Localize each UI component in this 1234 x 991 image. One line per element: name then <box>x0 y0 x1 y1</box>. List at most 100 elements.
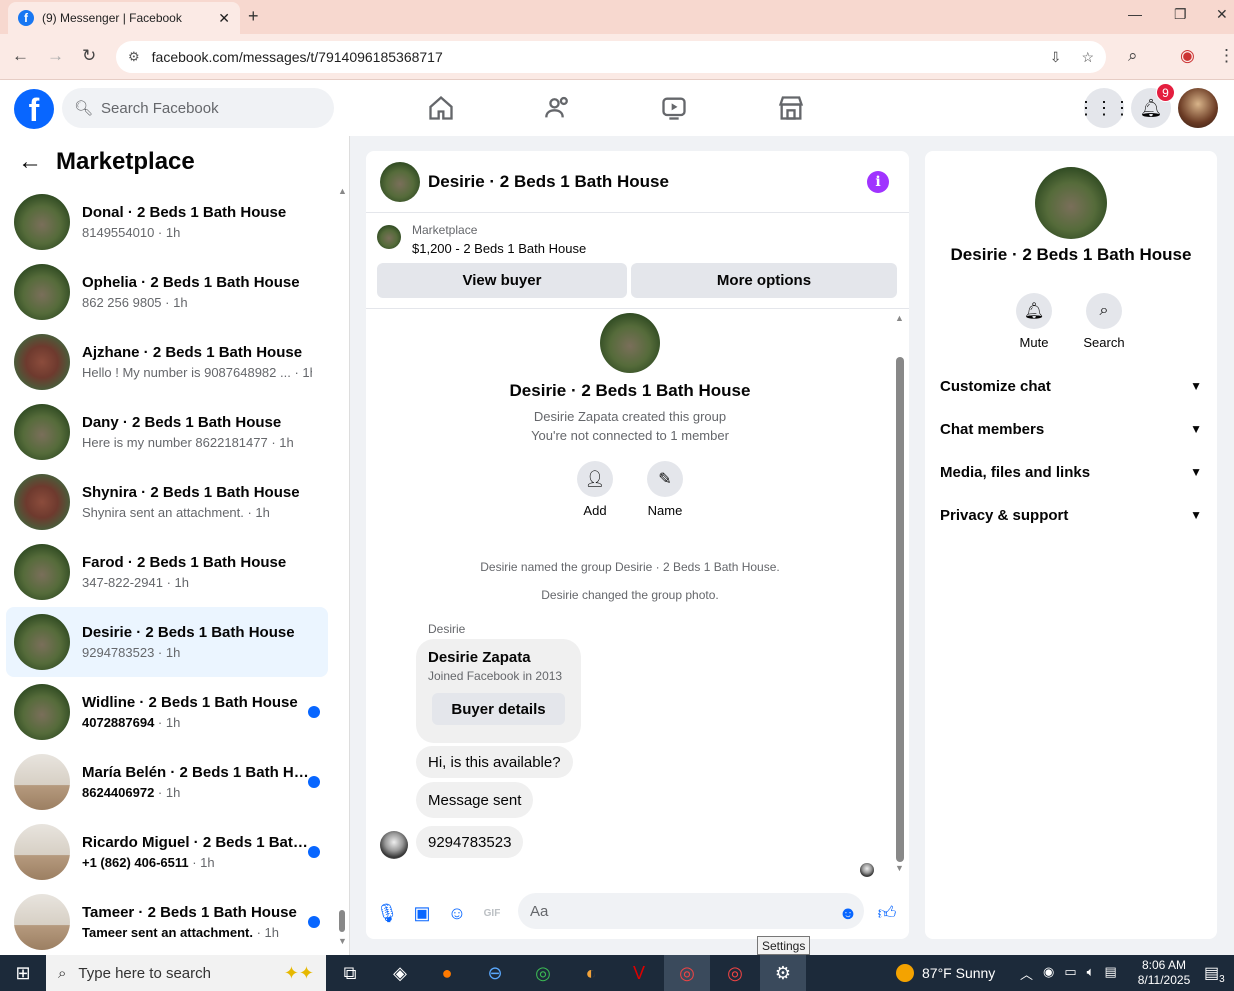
facebook-search-bar[interactable]: 🔍︎ Search Facebook <box>62 88 334 128</box>
site-info-icon[interactable]: ⚙ <box>128 49 140 65</box>
sticker-icon[interactable]: ☺ <box>445 901 469 925</box>
conversation-time: · 1h <box>162 575 189 590</box>
listing-thumbnail[interactable] <box>377 225 401 249</box>
media-files-section[interactable]: Media, files and links ▼ <box>940 457 1202 487</box>
back-icon[interactable]: ← <box>12 46 29 66</box>
profile-avatar[interactable] <box>1178 88 1218 128</box>
avatar <box>14 824 70 880</box>
network-icon[interactable]: ▤ <box>1104 964 1116 983</box>
scroll-up-icon[interactable]: ▲ <box>895 313 904 323</box>
chat-members-section[interactable]: Chat members ▼ <box>940 414 1202 444</box>
scrollbar-thumb[interactable] <box>339 910 345 932</box>
chat-scrollbar[interactable]: ▲ ▼ <box>894 313 906 873</box>
conversation-time: · 1h <box>294 365 312 380</box>
conversation-item[interactable]: Donal · 2 Beds 1 Bath House 8149554010 · … <box>6 187 328 257</box>
new-tab-button[interactable]: + <box>248 6 259 27</box>
chat-title[interactable]: Desirie · 2 Beds 1 Bath House <box>428 172 669 192</box>
browser-menu-icon[interactable]: ⋮ <box>1218 46 1234 66</box>
back-arrow-icon[interactable]: ← <box>18 148 42 176</box>
taskbar-search[interactable]: ⌕ Type here to search ✦✦ <box>46 955 326 991</box>
rename-button[interactable]: ✎ Name <box>635 461 695 518</box>
mute-button[interactable]: 🔔︎ Mute <box>1004 293 1064 350</box>
search-tabs-icon[interactable]: ⌕ <box>1128 46 1138 66</box>
record-icon[interactable]: ◉ <box>1043 964 1054 983</box>
conversation-item[interactable]: Widline · 2 Beds 1 Bath House 4072887694 … <box>6 677 328 747</box>
firefox-icon[interactable]: ● <box>424 955 470 991</box>
view-buyer-button[interactable]: View buyer <box>377 263 627 298</box>
conversation-item[interactable]: Ajzhane · 2 Beds 1 Bath House Hello ! My … <box>6 327 328 397</box>
microphone-icon[interactable]: 🎙︎ <box>375 901 399 925</box>
windows-taskbar: ⊞ ⌕ Type here to search ✦✦ ⧉ ◈ ● ⊖ ◎ ◐ V… <box>0 955 1234 991</box>
chrome-active-icon[interactable]: ◎ <box>664 955 710 991</box>
meet-now-icon[interactable]: ▭ <box>1064 964 1076 983</box>
profile-icon[interactable]: ◉ <box>1180 46 1195 66</box>
conversation-item-selected[interactable]: Desirie · 2 Beds 1 Bath House 9294783523 … <box>6 607 328 677</box>
home-icon[interactable] <box>427 94 455 122</box>
message-bubble[interactable]: 9294783523 <box>416 826 524 858</box>
buyer-details-button[interactable]: Buyer details <box>432 693 565 725</box>
info-icon[interactable]: i <box>867 171 889 193</box>
gif-icon[interactable]: GIF <box>480 901 504 925</box>
watch-icon[interactable] <box>660 94 688 122</box>
chrome-profile-icon[interactable]: ◎ <box>712 955 758 991</box>
forward-icon[interactable]: → <box>47 46 64 66</box>
reload-icon[interactable]: ↻ <box>82 46 96 66</box>
address-bar[interactable]: ⚙ facebook.com/messages/t/79140961853687… <box>116 41 1106 73</box>
like-thumb-icon[interactable]: 👍︎ <box>875 901 899 925</box>
volume-icon[interactable]: 🔈︎ <box>1087 964 1095 983</box>
photo-icon[interactable]: ▣ <box>410 901 434 925</box>
clock[interactable]: 8:06 AM 8/11/2025 <box>1134 958 1194 988</box>
conversation-item[interactable]: Ricardo Miguel · 2 Beds 1 Bath... +1 (862… <box>6 817 328 887</box>
message-bubble[interactable]: Message sent <box>416 782 534 818</box>
minimize-icon[interactable]: — <box>1128 6 1142 22</box>
add-person-icon: 👤︎ <box>577 461 613 497</box>
app-link-icon[interactable]: ⊖ <box>472 955 518 991</box>
conversation-item[interactable]: Farod · 2 Beds 1 Bath House 347-822-2941 … <box>6 537 328 607</box>
install-app-icon[interactable]: ⇩ <box>1050 49 1062 66</box>
app-v-icon[interactable]: V <box>616 955 662 991</box>
chat-avatar[interactable] <box>380 161 420 202</box>
listing-price[interactable]: $1,200 - 2 Beds 1 Bath House <box>412 241 586 256</box>
app-orange-icon[interactable]: ◐ <box>568 955 614 991</box>
search-conversation-button[interactable]: ⌕ Search <box>1074 293 1134 350</box>
conversation-list-panel: ← Marketplace Donal · 2 Beds 1 Bath Hous… <box>0 136 350 955</box>
friends-icon[interactable] <box>544 94 572 122</box>
app-icon[interactable]: ◈ <box>377 955 423 991</box>
sidebar-scrollbar[interactable]: ▲ ▼ <box>336 186 347 946</box>
action-center-icon[interactable]: ▤3 <box>1204 963 1225 985</box>
chevron-up-icon[interactable]: ︿ <box>1020 964 1033 983</box>
bookmark-star-icon[interactable]: ☆ <box>1081 49 1094 66</box>
tab-close-icon[interactable]: ✕ <box>218 10 230 27</box>
conversation-item[interactable]: Ophelia · 2 Beds 1 Bath House 862 256 980… <box>6 257 328 327</box>
info-avatar[interactable] <box>1035 167 1107 239</box>
settings-gear-icon[interactable]: ⚙ <box>760 955 806 991</box>
scroll-up-icon[interactable]: ▲ <box>338 186 347 196</box>
weather-widget[interactable]: 87°F Sunny <box>896 964 995 982</box>
customize-chat-section[interactable]: Customize chat ▼ <box>940 371 1202 401</box>
menu-grid-button[interactable]: ⋮⋮⋮ <box>1077 88 1131 128</box>
privacy-support-section[interactable]: Privacy & support ▼ <box>940 500 1202 530</box>
conversation-item[interactable]: María Belén · 2 Beds 1 Bath Ho... 8624406… <box>6 747 328 817</box>
add-member-button[interactable]: 👤︎ Add <box>565 461 625 518</box>
scrollbar-thumb[interactable] <box>896 357 904 862</box>
search-highlight-icon: ✦✦ <box>283 962 314 983</box>
windows-start-icon[interactable]: ⊞ <box>0 955 46 991</box>
task-view-icon[interactable]: ⧉ <box>327 955 373 991</box>
conversation-item[interactable]: Dany · 2 Beds 1 Bath House Here is my num… <box>6 397 328 467</box>
conversation-item[interactable]: Tameer · 2 Beds 1 Bath House Tameer sent … <box>6 887 328 955</box>
marketplace-icon[interactable] <box>777 94 805 122</box>
maximize-icon[interactable]: ❐ <box>1174 6 1187 23</box>
conversation-time: · 1h <box>252 925 279 940</box>
conversation-item[interactable]: Shynira · 2 Beds 1 Bath House Shynira sen… <box>6 467 328 537</box>
scroll-down-icon[interactable]: ▼ <box>895 863 904 873</box>
message-bubble[interactable]: Hi, is this available? <box>416 746 573 778</box>
window-close-icon[interactable]: ✕ <box>1216 6 1228 23</box>
message-input[interactable] <box>518 893 864 929</box>
chevron-down-icon: ▼ <box>1190 508 1202 522</box>
emoji-icon[interactable]: ☻ <box>836 901 860 925</box>
chrome-icon[interactable]: ◎ <box>520 955 566 991</box>
browser-tab[interactable]: f (9) Messenger | Facebook ✕ <box>8 2 240 34</box>
scroll-down-icon[interactable]: ▼ <box>338 936 347 946</box>
facebook-logo-icon[interactable]: f <box>14 89 54 129</box>
more-options-button[interactable]: More options <box>631 263 897 298</box>
